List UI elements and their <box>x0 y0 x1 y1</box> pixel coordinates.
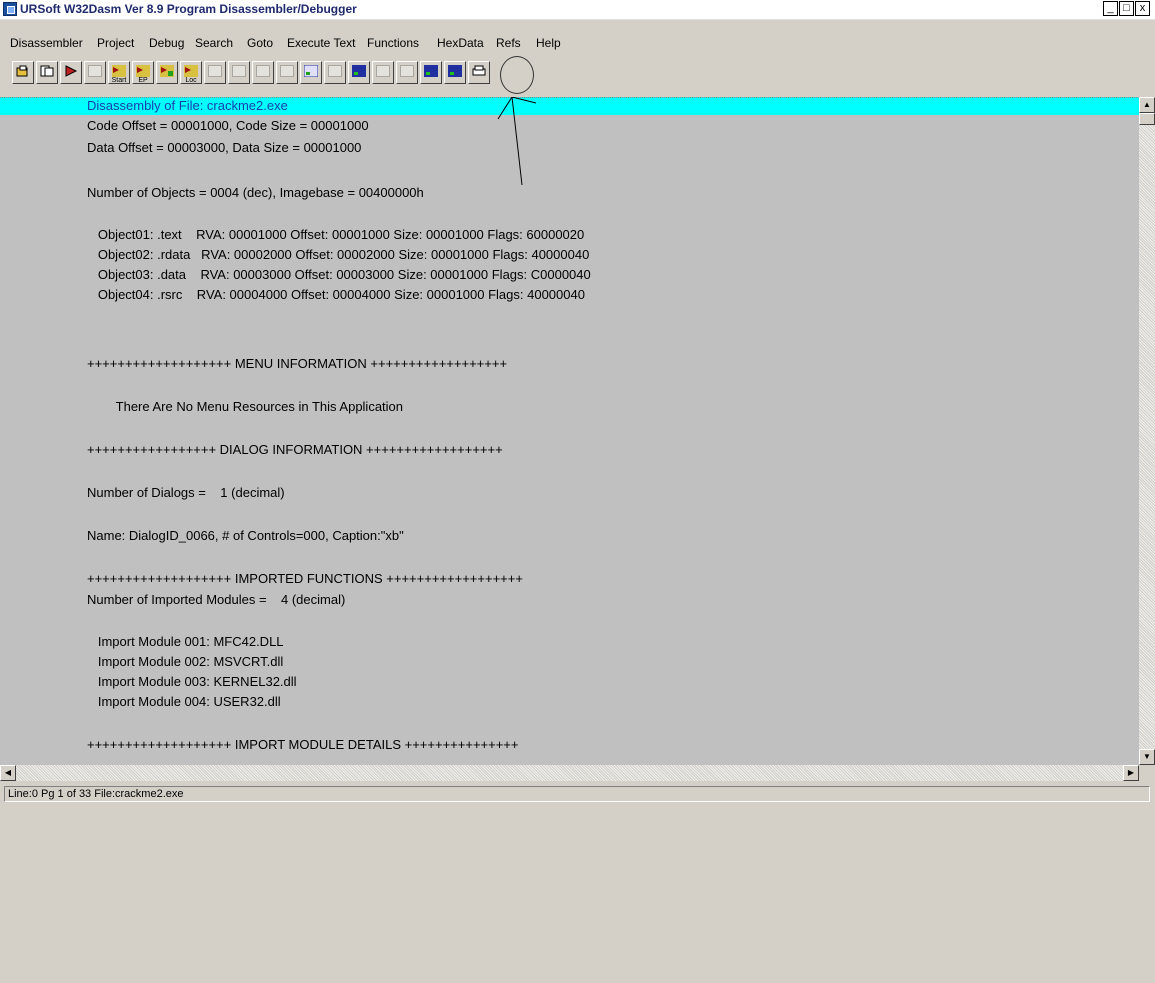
goto-page-button[interactable] <box>156 61 178 84</box>
status-text: Line:0 Pg 1 of 33 File:crackme2.exe <box>4 786 1150 802</box>
goto-icon <box>88 65 102 77</box>
listing-line: Data Offset = 00003000, Data Size = 0000… <box>87 140 362 155</box>
code-hex-button[interactable] <box>372 61 394 84</box>
arrow-down-icon: ▼ <box>1143 752 1151 761</box>
goto-start-label: Start <box>111 77 127 84</box>
menu-hexdata[interactable]: HexData <box>437 36 484 50</box>
imported-functions-icon <box>304 65 318 77</box>
arrow-up-icon: ▲ <box>1143 100 1151 109</box>
code-hex-icon <box>376 65 390 77</box>
open-file-icon <box>16 65 28 77</box>
menu-project[interactable]: Project <box>97 36 134 50</box>
listing-line: +++++++++++++++++++ IMPORT MODULE DETAIL… <box>87 737 519 752</box>
menu-goto[interactable]: Goto <box>247 36 273 50</box>
return-call-button[interactable] <box>276 61 298 84</box>
scrollbar-corner <box>1139 765 1155 781</box>
menu-execute-text[interactable]: Execute Text <box>287 36 355 50</box>
listing-line: Number of Objects = 0004 (dec), Imagebas… <box>87 185 424 200</box>
status-bar: Line:0 Pg 1 of 33 File:crackme2.exe <box>0 781 1155 983</box>
menu-functions[interactable]: Functions <box>367 36 419 50</box>
goto-start-button[interactable]: Start <box>108 61 130 84</box>
arrow-right-icon: ▶ <box>1127 768 1135 777</box>
listing-line: Number of Dialogs = 1 (decimal) <box>87 485 285 500</box>
return-call-icon <box>280 65 294 77</box>
goto-start-icon <box>112 65 126 77</box>
imported-functions-button[interactable] <box>300 61 322 84</box>
close-button[interactable]: x <box>1135 1 1150 16</box>
listing-line: +++++++++++++++++ DIALOG INFORMATION +++… <box>87 442 503 457</box>
jump-to-icon <box>208 65 222 77</box>
menu-bar: Disassembler Project Debug Search Goto E… <box>0 33 1155 53</box>
menu-refs-icon <box>400 65 414 77</box>
listing-line: Disassembly of File: crackme2.exe <box>87 98 288 113</box>
arrow-left-icon: ◀ <box>4 768 12 777</box>
scroll-thumb[interactable] <box>1139 113 1155 125</box>
dialog-refs-icon <box>424 65 438 77</box>
disassembly-listing[interactable]: Disassembly of File: crackme2.exe Code O… <box>0 97 1139 765</box>
listing-line: Import Module 003: KERNEL32.dll <box>87 674 297 689</box>
find-text-icon <box>65 65 78 77</box>
menu-disassembler[interactable]: Disassembler <box>10 36 83 50</box>
print-icon <box>472 65 486 76</box>
listing-line: Object03: .data RVA: 00003000 Offset: 00… <box>87 267 591 282</box>
title-bar: URSoft W32Dasm Ver 8.9 Program Disassemb… <box>0 0 1155 20</box>
dialog-refs-button[interactable] <box>420 61 442 84</box>
exported-functions-button[interactable] <box>324 61 346 84</box>
listing-line: Number of Imported Modules = 4 (decimal) <box>87 592 346 607</box>
window-title: URSoft W32Dasm Ver 8.9 Program Disassemb… <box>20 2 357 16</box>
return-jmp-icon <box>232 65 246 77</box>
call-icon <box>256 65 270 77</box>
goto-location-button[interactable]: Loc <box>180 61 202 84</box>
scroll-left-button[interactable]: ◀ <box>0 765 16 781</box>
listing-line: +++++++++++++++++++ IMPORTED FUNCTIONS +… <box>87 571 523 586</box>
listing-line: Import Module 004: USER32.dll <box>87 694 281 709</box>
data-hex-icon <box>352 65 366 77</box>
window-controls: _ □ x <box>1102 1 1150 17</box>
listing-line: Object02: .rdata RVA: 00002000 Offset: 0… <box>87 247 590 262</box>
string-refs-icon <box>448 65 462 77</box>
horizontal-scrollbar[interactable]: ◀ ▶ <box>0 765 1139 781</box>
save-file-button[interactable] <box>36 61 58 84</box>
listing-line: Object04: .rsrc RVA: 00004000 Offset: 00… <box>87 287 585 302</box>
goto-entry-point-label: EP <box>138 77 148 84</box>
save-file-icon <box>40 65 54 77</box>
scroll-right-button[interactable]: ▶ <box>1123 765 1139 781</box>
vertical-scrollbar[interactable]: ▲ ▼ <box>1139 97 1155 765</box>
jump-to-button[interactable] <box>204 61 226 84</box>
annotation-circle <box>500 56 534 94</box>
goto-location-label: Loc <box>185 77 197 84</box>
menu-search[interactable]: Search <box>195 36 233 50</box>
menu-refs-button[interactable] <box>396 61 418 84</box>
string-refs-button[interactable] <box>444 61 466 84</box>
scroll-down-button[interactable]: ▼ <box>1139 749 1155 765</box>
annotation-arrow <box>497 97 537 186</box>
data-hex-button[interactable] <box>348 61 370 84</box>
goto-entry-point-icon <box>136 65 150 77</box>
scroll-up-button[interactable]: ▲ <box>1139 97 1155 113</box>
listing-line: Import Module 001: MFC42.DLL <box>87 634 284 649</box>
app-icon[interactable] <box>3 2 17 16</box>
call-button[interactable] <box>252 61 274 84</box>
minimize-button[interactable]: _ <box>1103 1 1118 16</box>
listing-line: Name: DialogID_0066, # of Controls=000, … <box>87 528 404 543</box>
listing-line: Import Module 002: MSVCRT.dll <box>87 654 284 669</box>
goto-entry-point-button[interactable]: EP <box>132 61 154 84</box>
goto-button[interactable] <box>84 61 106 84</box>
menu-refs[interactable]: Refs <box>496 36 521 50</box>
listing-line: There Are No Menu Resources in This Appl… <box>87 399 404 414</box>
listing-line: +++++++++++++++++++ MENU INFORMATION +++… <box>87 356 508 371</box>
return-jmp-button[interactable] <box>228 61 250 84</box>
goto-page-icon <box>160 65 174 77</box>
goto-location-icon <box>184 65 198 77</box>
toolbar: Start EP Loc <box>12 61 572 93</box>
open-file-button[interactable] <box>12 61 34 84</box>
maximize-button[interactable]: □ <box>1119 1 1134 16</box>
listing-line: Object01: .text RVA: 00001000 Offset: 00… <box>87 227 585 242</box>
listing-line: Code Offset = 00001000, Code Size = 0000… <box>87 118 369 133</box>
print-button[interactable] <box>468 61 490 84</box>
menu-debug[interactable]: Debug <box>149 36 184 50</box>
menu-help[interactable]: Help <box>536 36 561 50</box>
exported-functions-icon <box>328 65 342 77</box>
find-text-button[interactable] <box>60 61 82 84</box>
